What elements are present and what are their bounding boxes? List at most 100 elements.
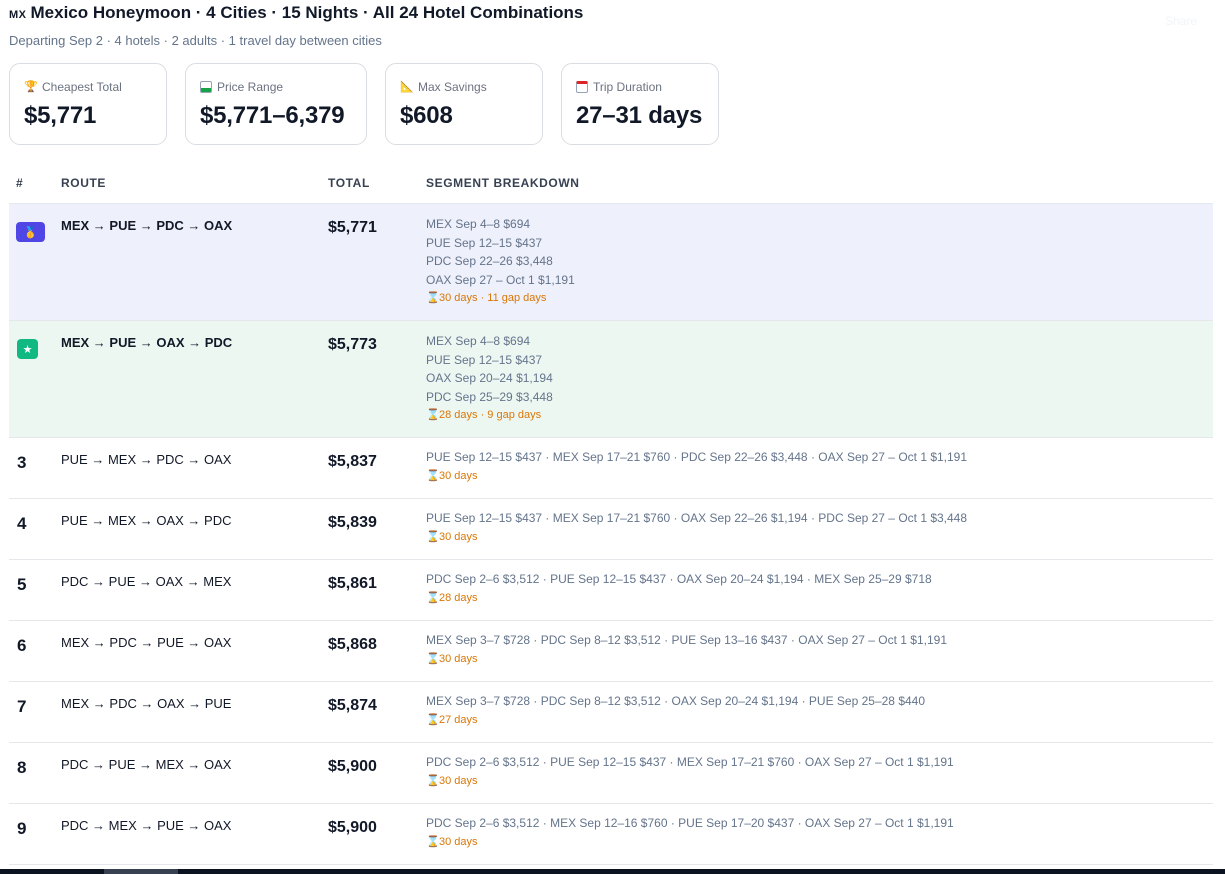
route-cell: PDC → PUE → MEX → OAX <box>61 757 232 772</box>
duration-line: ⌛ 30 days <box>426 833 954 852</box>
segment-line: PDC Sep 25–29 $3,448 <box>426 389 553 404</box>
segment-cell: PUE Sep 12–15 $437 · MEX Sep 17–21 $760 … <box>426 509 967 546</box>
rank-cell: 6 <box>17 636 27 655</box>
table-row[interactable]: 5 PDC → PUE → OAX → MEX $5,861 PDC Sep 2… <box>9 560 1213 621</box>
duration-line: ⌛ 30 days <box>426 772 954 791</box>
segment-cell: MEX Sep 3–7 $728 · PDC Sep 8–12 $3,512 ·… <box>426 631 947 668</box>
rank-cell: 4 <box>17 514 27 533</box>
share-button[interactable]: Share <box>1165 14 1197 28</box>
rank-cell: 3 <box>17 453 27 472</box>
horizontal-scrollbar[interactable] <box>0 869 1225 874</box>
total-cell: $5,771 <box>328 219 377 236</box>
hourglass-icon: ⌛ <box>426 591 440 604</box>
column-header-total[interactable]: TOTAL <box>328 176 370 190</box>
table-row[interactable]: 🥇 MEX → PUE → PDC → OAX $5,771 MEX Sep 4… <box>9 204 1213 321</box>
duration-text: 28 days <box>439 591 478 604</box>
stat-label-row: Trip Duration <box>576 80 662 94</box>
column-header-rank[interactable]: # <box>16 176 23 190</box>
route-cell: MEX → PDC → OAX → PUE <box>61 696 232 711</box>
table-row[interactable]: 7 MEX → PDC → OAX → PUE $5,874 MEX Sep 3… <box>9 682 1213 743</box>
hourglass-icon: ⌛ <box>426 774 440 787</box>
segment-line: PDC Sep 2–6 $3,512 · PUE Sep 12–15 $437 … <box>426 572 932 586</box>
table-row[interactable]: 8 PDC → PUE → MEX → OAX $5,900 PDC Sep 2… <box>9 743 1213 804</box>
stat-label: Price Range <box>217 80 284 94</box>
segment-line: MEX Sep 3–7 $728 · PDC Sep 8–12 $3,512 ·… <box>426 694 926 708</box>
total-cell: $5,839 <box>328 514 377 531</box>
segment-line: PUE Sep 12–15 $437 · MEX Sep 17–21 $760 … <box>426 450 968 464</box>
duration-text: 30 days · 11 gap days <box>439 292 547 304</box>
segment-line: PDC Sep 2–6 $3,512 · MEX Sep 12–16 $760 … <box>426 816 954 830</box>
segment-line: PUE Sep 12–15 $437 <box>426 352 543 367</box>
duration-text: 30 days <box>439 530 478 543</box>
scrollbar-thumb[interactable] <box>104 869 178 874</box>
calendar-icon <box>576 81 588 93</box>
stat-value: $5,771 <box>24 102 97 129</box>
segment-line: PUE Sep 12–15 $437 <box>426 235 543 250</box>
hourglass-icon: ⌛ <box>426 469 440 482</box>
duration-text: 30 days <box>439 469 478 482</box>
table-row[interactable]: 3 PUE → MEX → PDC → OAX $5,837 PUE Sep 1… <box>9 438 1213 499</box>
stat-card-price-range: Price Range $5,771–6,379 <box>185 63 367 145</box>
title-row: MX Mexico Honeymoon · 4 Cities · 15 Nigh… <box>9 3 583 23</box>
duration-line: ⌛ 30 days · 11 gap days <box>426 289 575 308</box>
column-header-route[interactable]: ROUTE <box>61 176 106 190</box>
route-cell: MEX → PDC → PUE → OAX <box>61 635 232 650</box>
route-cell: PUE → MEX → PDC → OAX <box>61 452 232 467</box>
duration-line: ⌛ 27 days <box>426 711 925 730</box>
stat-label: Cheapest Total <box>42 80 122 94</box>
segment-line: PDC Sep 2–6 $3,512 · PUE Sep 12–15 $437 … <box>426 755 954 769</box>
hourglass-icon: ⌛ <box>426 409 440 421</box>
segment-cell: MEX Sep 3–7 $728 · PDC Sep 8–12 $3,512 ·… <box>426 692 925 729</box>
segment-line: OAX Sep 27 – Oct 1 $1,191 <box>426 272 575 287</box>
segment-cell: PDC Sep 2–6 $3,512 · PUE Sep 12–15 $437 … <box>426 753 954 790</box>
mexico-flag-icon: MX <box>9 9 27 21</box>
segment-line: MEX Sep 4–8 $694 <box>426 217 531 231</box>
total-cell: $5,773 <box>328 336 377 353</box>
route-cell: MEX → PUE → OAX → PDC <box>61 335 233 350</box>
hourglass-icon: ⌛ <box>426 652 440 665</box>
column-header-segments[interactable]: SEGMENT BREAKDOWN <box>426 176 580 190</box>
segment-cell: PDC Sep 2–6 $3,512 · PUE Sep 12–15 $437 … <box>426 570 932 607</box>
total-cell: $5,900 <box>328 758 377 775</box>
segment-cell: PUE Sep 12–15 $437 · MEX Sep 17–21 $760 … <box>426 448 967 485</box>
hourglass-icon: ⌛ <box>426 713 440 726</box>
duration-line: ⌛ 30 days <box>426 528 967 547</box>
table-header: # ROUTE TOTAL SEGMENT BREAKDOWN <box>9 176 1213 205</box>
segment-line: MEX Sep 3–7 $728 · PDC Sep 8–12 $3,512 ·… <box>426 633 948 647</box>
hourglass-icon: ⌛ <box>426 835 440 848</box>
stat-value: 27–31 days <box>576 102 703 129</box>
table-row[interactable]: 4 PUE → MEX → OAX → PDC $5,839 PUE Sep 1… <box>9 499 1213 560</box>
page-subtitle: Departing Sep 2 · 4 hotels · 2 adults · … <box>9 33 382 48</box>
stat-card-cheapest-total: 🏆 Cheapest Total $5,771 <box>9 63 167 145</box>
stat-label-row: 🏆 Cheapest Total <box>24 80 122 94</box>
route-cell: PDC → MEX → PUE → OAX <box>61 818 232 833</box>
stat-label-row: Price Range <box>200 80 283 94</box>
duration-line: ⌛ 28 days <box>426 589 932 608</box>
segment-cell: PDC Sep 2–6 $3,512 · MEX Sep 12–16 $760 … <box>426 814 954 851</box>
segment-cell: MEX Sep 4–8 $694 PUE Sep 12–15 $437 PDC … <box>426 215 575 308</box>
route-cell: PDC → PUE → OAX → MEX <box>61 574 232 589</box>
total-cell: $5,837 <box>328 453 377 470</box>
table-row[interactable]: 9 PDC → MEX → PUE → OAX $5,900 PDC Sep 2… <box>9 804 1213 865</box>
route-cell: MEX → PUE → PDC → OAX <box>61 218 233 233</box>
table-row[interactable]: 6 MEX → PDC → PUE → OAX $5,868 MEX Sep 3… <box>9 621 1213 682</box>
stats-cards: 🏆 Cheapest Total $5,771 Price Range $5,7… <box>9 63 729 147</box>
stat-label: Max Savings <box>418 80 487 94</box>
star-icon: ★ <box>17 339 38 359</box>
rank-cell: 7 <box>17 697 27 716</box>
stat-label-row: 📐 Max Savings <box>400 80 487 94</box>
total-cell: $5,868 <box>328 636 377 653</box>
stat-value: $5,771–6,379 <box>200 102 345 129</box>
segment-line: MEX Sep 4–8 $694 <box>426 334 531 348</box>
duration-line: ⌛ 28 days · 9 gap days <box>426 406 553 425</box>
total-cell: $5,900 <box>328 819 377 836</box>
duration-text: 30 days <box>439 835 478 848</box>
rank-cell: 5 <box>17 575 27 594</box>
table-row[interactable]: ★ MEX → PUE → OAX → PDC $5,773 MEX Sep 4… <box>9 321 1213 438</box>
stat-card-trip-duration: Trip Duration 27–31 days <box>561 63 719 145</box>
total-cell: $5,861 <box>328 575 377 592</box>
duration-text: 28 days · 9 gap days <box>439 409 542 421</box>
duration-text: 30 days <box>439 652 478 665</box>
rank-cell: 8 <box>17 758 27 777</box>
stat-value: $608 <box>400 102 453 129</box>
